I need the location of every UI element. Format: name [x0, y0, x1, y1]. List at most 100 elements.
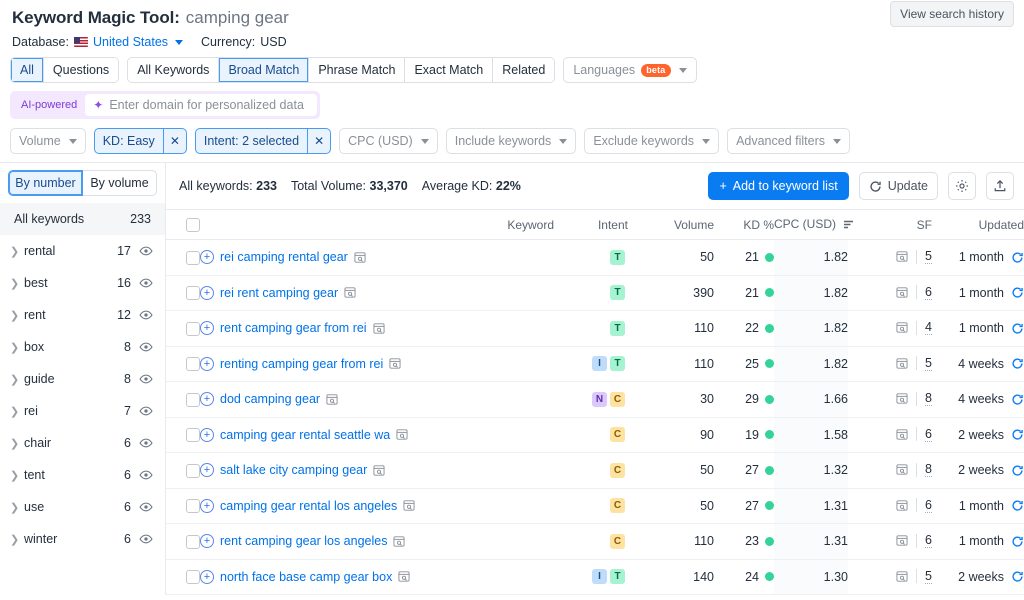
sidebar-sort-toggle[interactable]: By number By volume	[0, 163, 165, 203]
add-keyword-icon[interactable]: +	[200, 569, 214, 584]
keyword-link[interactable]: salt lake city camping gear	[220, 463, 367, 477]
intent-badge-C[interactable]: C	[610, 462, 625, 478]
update-button[interactable]: Update	[858, 172, 938, 200]
row-checkbox[interactable]	[186, 321, 200, 336]
serp-preview-icon[interactable]	[326, 394, 338, 405]
sidebar-item-best[interactable]: ❯ best 16	[0, 267, 165, 299]
row-select-cell[interactable]	[166, 346, 200, 382]
sidebar-item-winter[interactable]: ❯ winter 6	[0, 523, 165, 555]
table-row[interactable]: + rei camping rental gear T 50 21 1.82 5 1 mont…	[166, 239, 1024, 276]
table-row[interactable]: + dod camping gear N C 30 29 1.66 8 4 weeks	[166, 381, 1024, 418]
filter-include-keywords[interactable]: Include keywords	[445, 128, 577, 154]
match-type-tabs[interactable]: All Questions	[10, 57, 120, 83]
intent-badge-C[interactable]: C	[610, 391, 625, 407]
row-select-cell[interactable]	[166, 239, 200, 276]
tab-all-keywords[interactable]: All Keywords	[128, 58, 220, 82]
keyword-link[interactable]: rent camping gear from rei	[220, 321, 367, 335]
intent-badge-I[interactable]: I	[592, 356, 607, 372]
row-checkbox[interactable]	[186, 463, 200, 478]
row-checkbox[interactable]	[186, 357, 200, 372]
sf-value[interactable]: 6	[925, 498, 932, 513]
row-select-cell[interactable]	[166, 381, 200, 418]
sidebar-all-keywords[interactable]: All keywords 233	[0, 203, 165, 235]
filter-intent[interactable]: Intent: 2 selected ✕	[194, 128, 332, 154]
chevron-right-icon[interactable]: ❯	[10, 437, 24, 450]
table-row[interactable]: + camping gear rental seattle wa C 90 19 1.58…	[166, 417, 1024, 453]
refresh-keyword-icon[interactable]	[1011, 322, 1024, 335]
settings-button[interactable]	[948, 172, 976, 200]
row-checkbox[interactable]	[186, 534, 200, 549]
column-cpc[interactable]: CPC (USD)	[774, 209, 854, 240]
keyword-link[interactable]: rent camping gear los angeles	[220, 534, 387, 548]
sidebar-item-rent[interactable]: ❯ rent 12	[0, 299, 165, 331]
intent-badge-T[interactable]: T	[610, 249, 625, 265]
serp-preview-icon[interactable]	[373, 465, 385, 476]
serp-preview-icon[interactable]	[396, 429, 408, 440]
chevron-right-icon[interactable]: ❯	[10, 533, 24, 546]
serp-preview-icon[interactable]	[896, 464, 908, 475]
sf-value[interactable]: 5	[925, 356, 932, 371]
sidebar-item-use[interactable]: ❯ use 6	[0, 491, 165, 523]
keyword-link[interactable]: north face base camp gear box	[220, 570, 392, 584]
refresh-keyword-icon[interactable]	[1011, 393, 1024, 406]
tab-exact-match[interactable]: Exact Match	[405, 58, 494, 82]
row-select-cell[interactable]	[166, 523, 200, 560]
eye-icon[interactable]	[139, 308, 153, 322]
row-checkbox[interactable]	[186, 392, 200, 407]
sidebar-item-rental[interactable]: ❯ rental 17	[0, 235, 165, 267]
eye-icon[interactable]	[139, 532, 153, 546]
table-row[interactable]: + salt lake city camping gear C 50 27 1.32 8 2 …	[166, 452, 1024, 489]
tab-phrase-match[interactable]: Phrase Match	[309, 58, 406, 82]
eye-icon[interactable]	[139, 404, 153, 418]
serp-preview-icon[interactable]	[354, 252, 366, 263]
sf-value[interactable]: 4	[925, 320, 932, 336]
close-icon[interactable]: ✕	[307, 129, 330, 153]
row-checkbox[interactable]	[186, 250, 200, 265]
refresh-keyword-icon[interactable]	[1011, 464, 1024, 477]
sidebar-item-chair[interactable]: ❯ chair 6	[0, 427, 165, 459]
eye-icon[interactable]	[139, 468, 153, 482]
intent-badge-T[interactable]: T	[610, 356, 625, 372]
add-keyword-icon[interactable]: +	[200, 498, 214, 513]
add-keyword-icon[interactable]: +	[200, 427, 214, 442]
serp-preview-icon[interactable]	[398, 571, 410, 582]
column-intent[interactable]: Intent	[554, 209, 628, 240]
add-keyword-icon[interactable]: +	[200, 285, 214, 300]
row-checkbox[interactable]	[186, 570, 200, 585]
select-all-checkbox[interactable]	[186, 217, 200, 232]
row-select-cell[interactable]	[166, 559, 200, 595]
keyword-link[interactable]: dod camping gear	[220, 392, 320, 406]
chevron-right-icon[interactable]: ❯	[10, 405, 24, 418]
keyword-link[interactable]: renting camping gear from rei	[220, 357, 383, 371]
filter-cpc[interactable]: CPC (USD)	[339, 128, 438, 154]
row-select-cell[interactable]	[166, 275, 200, 311]
serp-preview-icon[interactable]	[896, 500, 908, 511]
row-select-cell[interactable]	[166, 452, 200, 489]
keyword-link[interactable]: rei rent camping gear	[220, 286, 338, 300]
table-row[interactable]: + camping gear rental los angeles C 50 27 1.3…	[166, 488, 1024, 524]
table-row[interactable]: + rent camping gear from rei T 110 22 1.82 4 1 …	[166, 310, 1024, 347]
chevron-right-icon[interactable]: ❯	[10, 469, 24, 482]
column-sf[interactable]: SF	[848, 209, 932, 240]
serp-preview-icon[interactable]	[393, 536, 406, 547]
table-row[interactable]: + rei rent camping gear T 390 21 1.82 6 1 month	[166, 275, 1024, 311]
keyword-link[interactable]: camping gear rental los angeles	[220, 499, 397, 513]
table-row[interactable]: + renting camping gear from rei I T 110 25 1.8…	[166, 346, 1024, 382]
serp-preview-icon[interactable]	[896, 251, 908, 262]
sf-value[interactable]: 8	[925, 391, 932, 407]
sf-value[interactable]: 6	[925, 285, 932, 300]
row-select-cell[interactable]	[166, 417, 200, 453]
sidebar-item-rei[interactable]: ❯ rei 7	[0, 395, 165, 427]
add-keyword-icon[interactable]: +	[200, 463, 214, 478]
serp-preview-icon[interactable]	[373, 323, 385, 334]
refresh-keyword-icon[interactable]	[1011, 499, 1024, 512]
database-value[interactable]: United States	[93, 35, 168, 49]
tab-broad-match[interactable]: Broad Match	[219, 58, 310, 82]
database-selector[interactable]: Database: United States	[12, 35, 184, 49]
row-checkbox[interactable]	[186, 286, 200, 301]
chevron-right-icon[interactable]: ❯	[10, 245, 24, 258]
intent-badge-T[interactable]: T	[610, 285, 625, 301]
domain-input-placeholder[interactable]: Enter domain for personalized data	[109, 98, 304, 112]
close-icon[interactable]: ✕	[162, 129, 186, 153]
eye-icon[interactable]	[139, 436, 153, 450]
